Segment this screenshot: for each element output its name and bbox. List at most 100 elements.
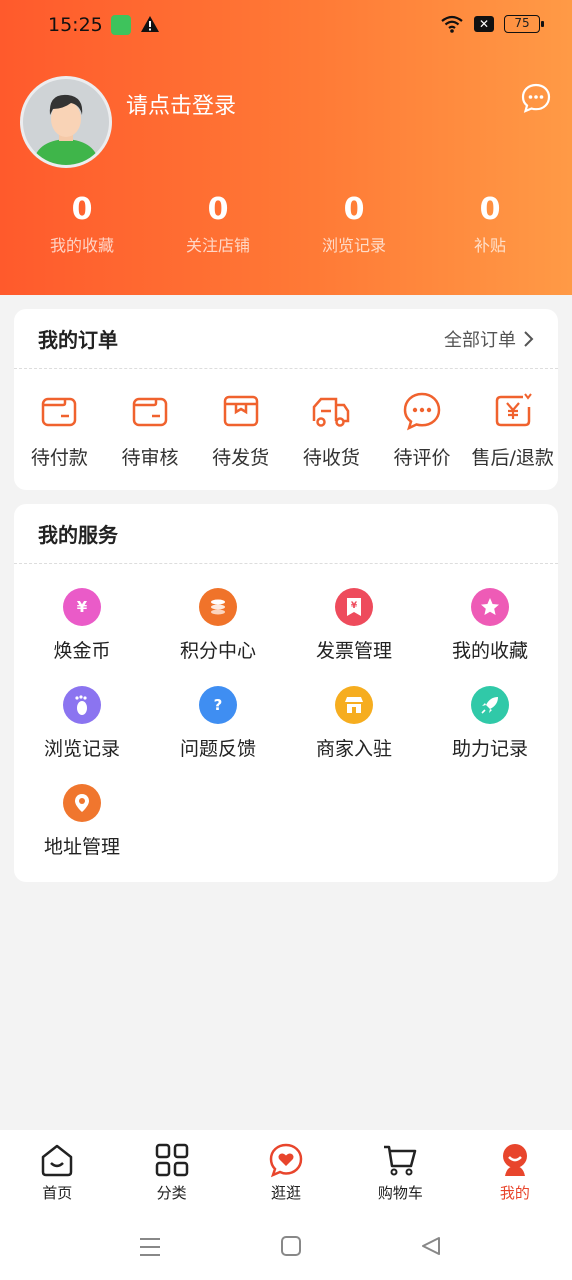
coin-bag-icon: ¥ xyxy=(63,588,101,626)
tab-category[interactable]: 分类 xyxy=(114,1130,228,1214)
status-icons: ✕ 75 xyxy=(440,14,544,34)
service-label: 我的收藏 xyxy=(451,640,528,662)
profile-icon xyxy=(502,1144,527,1176)
all-orders-link[interactable]: 全部订单 xyxy=(444,326,534,352)
heart-chat-icon xyxy=(269,1143,303,1178)
orders-title: 我的订单 xyxy=(38,328,118,352)
svg-text:¥: ¥ xyxy=(351,601,358,611)
stat-value: 0 xyxy=(207,192,229,227)
services-title: 我的服务 xyxy=(38,523,118,547)
service-address[interactable]: 地址管理 xyxy=(14,784,150,882)
order-label: 待审核 xyxy=(121,447,179,469)
order-pending-receipt[interactable]: 待收货 xyxy=(286,391,377,470)
stat-label: 我的收藏 xyxy=(49,236,114,255)
tab-label: 逛逛 xyxy=(271,1184,302,1202)
star-icon xyxy=(471,588,509,626)
tab-label: 购物车 xyxy=(377,1184,423,1202)
wallet-icon xyxy=(42,397,77,427)
service-history[interactable]: 浏览记录 xyxy=(14,686,150,784)
warning-icon xyxy=(141,16,159,32)
back-icon[interactable] xyxy=(420,1235,442,1257)
services-card-header: 我的服务 xyxy=(14,504,558,564)
order-label: 待发货 xyxy=(212,447,270,469)
service-favorites[interactable]: 我的收藏 xyxy=(422,588,558,686)
wifi-icon xyxy=(441,15,463,33)
location-icon xyxy=(63,784,101,822)
app-notification-icon xyxy=(111,15,131,35)
service-label: 焕金币 xyxy=(53,640,111,662)
home-nav-icon[interactable] xyxy=(280,1235,302,1257)
system-nav-bar xyxy=(0,1214,572,1280)
refund-icon xyxy=(495,393,532,427)
menu-icon[interactable] xyxy=(138,1235,162,1259)
all-orders-label: 全部订单 xyxy=(444,329,516,351)
service-merchant-join[interactable]: 商家入驻 xyxy=(286,686,422,784)
tab-label: 分类 xyxy=(156,1184,187,1202)
shop-icon xyxy=(335,686,373,724)
order-pending-review[interactable]: 待审核 xyxy=(105,391,196,470)
service-assist-records[interactable]: 助力记录 xyxy=(422,686,558,784)
service-label: 助力记录 xyxy=(451,738,528,760)
stat-favorites[interactable]: 0 我的收藏 xyxy=(14,192,150,256)
order-pending-payment[interactable]: 待付款 xyxy=(14,391,105,470)
orders-card: 我的订单 全部订单 待付款 待审核 待发货 待收货 待评价 售后/退款 xyxy=(14,309,558,490)
tab-profile[interactable]: 我的 xyxy=(458,1130,572,1214)
package-icon xyxy=(223,395,258,427)
service-label: 商家入驻 xyxy=(315,738,392,760)
tab-label: 我的 xyxy=(499,1184,530,1202)
service-label: 问题反馈 xyxy=(179,738,256,760)
order-status-row: 待付款 待审核 待发货 待收货 待评价 售后/退款 xyxy=(14,369,558,470)
orders-card-header: 我的订单 全部订单 xyxy=(14,309,558,369)
order-after-sales[interactable]: 售后/退款 xyxy=(467,391,558,470)
service-label: 发票管理 xyxy=(315,640,392,662)
avatar-person-icon xyxy=(33,94,99,165)
tab-label: 首页 xyxy=(42,1184,73,1202)
profile-header: 15:25 ✕ 75 请点击登录 0 我的收藏 0 关注店铺 0 浏览记录 0 … xyxy=(0,0,572,295)
stat-value: 0 xyxy=(71,192,93,227)
cart-icon xyxy=(384,1145,417,1176)
service-coins[interactable]: ¥ 焕金币 xyxy=(14,588,150,686)
service-points[interactable]: 积分中心 xyxy=(150,588,286,686)
message-icon[interactable] xyxy=(520,82,552,114)
sim-off-icon: ✕ xyxy=(474,16,494,32)
order-pending-shipment[interactable]: 待发货 xyxy=(195,391,286,470)
services-grid: ¥ 焕金币 积分中心 ¥ 发票管理 我的收藏 浏览记录 ? 问题反馈 商家入驻 … xyxy=(14,564,558,882)
stat-label: 补贴 xyxy=(473,236,506,255)
order-pending-comment[interactable]: 待评价 xyxy=(377,391,468,470)
stat-value: 0 xyxy=(343,192,365,227)
stat-history[interactable]: 0 浏览记录 xyxy=(286,192,422,256)
services-card: 我的服务 ¥ 焕金币 积分中心 ¥ 发票管理 我的收藏 浏览记录 ? 问题反馈 … xyxy=(14,504,558,882)
comment-icon xyxy=(403,392,441,431)
service-label: 地址管理 xyxy=(43,836,120,858)
service-label: 积分中心 xyxy=(179,640,256,662)
stat-value: 0 xyxy=(479,192,501,227)
chevron-right-icon xyxy=(524,330,534,347)
order-label: 售后/退款 xyxy=(471,447,554,469)
avatar[interactable] xyxy=(20,76,112,168)
stat-subsidy[interactable]: 0 补贴 xyxy=(422,192,558,256)
question-icon: ? xyxy=(199,686,237,724)
service-label: 浏览记录 xyxy=(43,738,120,760)
order-label: 待收货 xyxy=(302,447,360,469)
stats-row: 0 我的收藏 0 关注店铺 0 浏览记录 0 补贴 xyxy=(14,192,558,256)
tab-home[interactable]: 首页 xyxy=(0,1130,114,1214)
bottom-tab-bar: 首页 分类 逛逛 购物车 我的 xyxy=(0,1130,572,1214)
service-invoice[interactable]: ¥ 发票管理 xyxy=(286,588,422,686)
invoice-icon: ¥ xyxy=(335,588,373,626)
service-feedback[interactable]: ? 问题反馈 xyxy=(150,686,286,784)
rocket-icon xyxy=(471,686,509,724)
order-label: 待评价 xyxy=(393,447,451,469)
stat-label: 浏览记录 xyxy=(321,236,386,255)
wallet-review-icon xyxy=(132,397,168,427)
battery-icon: 75 xyxy=(504,15,544,33)
footprint-icon xyxy=(63,686,101,724)
tab-browse[interactable]: 逛逛 xyxy=(229,1130,343,1214)
tab-cart[interactable]: 购物车 xyxy=(343,1130,457,1214)
truck-icon xyxy=(313,397,350,427)
stat-label: 关注店铺 xyxy=(185,236,250,255)
status-time: 15:25 xyxy=(48,14,103,36)
stat-followed-shops[interactable]: 0 关注店铺 xyxy=(150,192,286,256)
points-icon xyxy=(199,588,237,626)
home-icon xyxy=(41,1144,73,1177)
login-prompt[interactable]: 请点击登录 xyxy=(126,88,236,120)
